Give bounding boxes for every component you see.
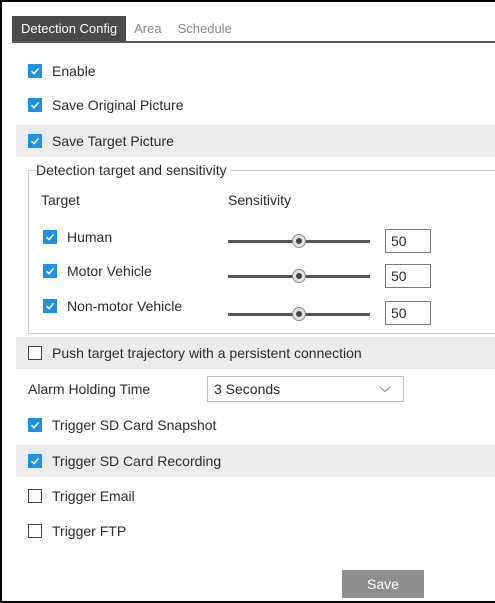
push-trajectory-checkbox[interactable] <box>28 346 42 360</box>
sensitivity-column-header: Sensitivity <box>228 192 292 208</box>
check-icon <box>30 457 40 465</box>
alarm-holding-select[interactable]: 3 Seconds <box>207 376 404 402</box>
check-icon <box>30 67 40 75</box>
non-motor-vehicle-checkbox[interactable] <box>43 299 57 313</box>
slider-knob[interactable] <box>292 269 306 283</box>
non-motor-vehicle-label: Non-motor Vehicle <box>67 298 183 314</box>
trigger-email-checkbox[interactable] <box>28 489 42 503</box>
target-column-header: Target <box>41 192 80 208</box>
check-icon <box>45 233 55 241</box>
check-icon <box>30 101 40 109</box>
target-motor-vehicle-row: Motor Vehicle <box>43 257 152 285</box>
push-trajectory-row: Push target trajectory with a persistent… <box>16 337 495 369</box>
push-trajectory-label: Push target trajectory with a persistent… <box>52 345 362 361</box>
enable-checkbox[interactable] <box>28 64 42 78</box>
non-motor-vehicle-sensitivity-slider[interactable] <box>228 306 370 322</box>
save-target-label: Save Target Picture <box>52 133 174 149</box>
trigger-sd-snapshot-checkbox[interactable] <box>28 418 42 432</box>
check-icon <box>30 421 40 429</box>
slider-knob[interactable] <box>292 234 306 248</box>
check-icon <box>45 267 55 275</box>
human-sensitivity-slider[interactable] <box>228 233 370 249</box>
check-icon <box>45 302 55 310</box>
trigger-sd-snapshot-row: Trigger SD Card Snapshot <box>28 409 216 441</box>
trigger-sd-snapshot-label: Trigger SD Card Snapshot <box>52 417 217 433</box>
save-target-checkbox[interactable] <box>28 134 42 148</box>
alarm-holding-row: Alarm Holding Time <box>28 373 150 405</box>
alarm-holding-value: 3 Seconds <box>214 381 281 397</box>
motor-vehicle-sensitivity-input[interactable]: 50 <box>385 264 431 288</box>
trigger-email-label: Trigger Email <box>52 488 135 504</box>
tab-detection-config[interactable]: Detection Config <box>12 16 127 42</box>
enable-label: Enable <box>52 63 96 79</box>
save-button[interactable]: Save <box>342 570 424 598</box>
trigger-ftp-label: Trigger FTP <box>52 523 127 539</box>
human-checkbox[interactable] <box>43 230 57 244</box>
trigger-ftp-checkbox[interactable] <box>28 524 42 538</box>
save-original-row: Save Original Picture <box>28 89 184 121</box>
trigger-email-row: Trigger Email <box>28 480 135 512</box>
detection-target-group: Detection target and sensitivity Target … <box>28 161 495 334</box>
trigger-sd-recording-label: Trigger SD Card Recording <box>52 453 222 469</box>
trigger-ftp-row: Trigger FTP <box>28 515 126 547</box>
slider-knob[interactable] <box>292 307 306 321</box>
detection-group-legend: Detection target and sensitivity <box>33 161 230 179</box>
enable-row: Enable <box>28 55 96 87</box>
save-original-checkbox[interactable] <box>28 98 42 112</box>
target-human-row: Human <box>43 223 112 251</box>
chevron-down-icon <box>379 386 391 393</box>
check-icon <box>30 137 40 145</box>
trigger-sd-recording-checkbox[interactable] <box>28 454 42 468</box>
tab-bar: Detection Config Area Schedule <box>12 16 240 42</box>
save-original-label: Save Original Picture <box>52 97 184 113</box>
motor-vehicle-checkbox[interactable] <box>43 264 57 278</box>
target-non-motor-vehicle-row: Non-motor Vehicle <box>43 292 182 320</box>
non-motor-vehicle-sensitivity-input[interactable]: 50 <box>385 301 431 325</box>
human-label: Human <box>67 229 113 245</box>
trigger-sd-recording-row: Trigger SD Card Recording <box>16 445 495 477</box>
save-target-row: Save Target Picture <box>16 125 495 157</box>
human-sensitivity-input[interactable]: 50 <box>385 229 431 253</box>
alarm-holding-label: Alarm Holding Time <box>28 381 151 397</box>
motor-vehicle-sensitivity-slider[interactable] <box>228 268 370 284</box>
tab-schedule[interactable]: Schedule <box>170 16 240 42</box>
tab-area[interactable]: Area <box>126 16 169 42</box>
tab-underline <box>12 41 495 43</box>
motor-vehicle-label: Motor Vehicle <box>67 263 152 279</box>
